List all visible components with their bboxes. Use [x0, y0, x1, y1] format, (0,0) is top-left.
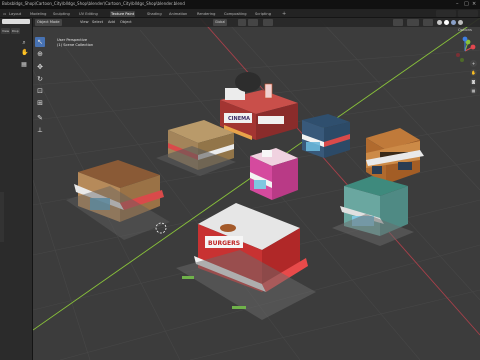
tab-compositing[interactable]: Compositing [223, 11, 248, 17]
neg-x-axis-ball [456, 53, 460, 57]
3d-viewport[interactable]: CINEMA BURGERS Object Mode View Select A… [33, 18, 480, 360]
visibility-icon[interactable] [393, 19, 403, 26]
tab-scripting[interactable]: Scripting [254, 11, 272, 17]
transform-orientation-dropdown[interactable]: Global [213, 19, 228, 26]
grid-icon[interactable]: ▦ [21, 62, 27, 68]
viewport-header: Object Mode View Select Add Object Globa… [33, 18, 480, 27]
viewport-info: User Perspective (1) Scene Collection [57, 38, 93, 48]
rendered-shading-icon[interactable] [458, 20, 463, 25]
search-input[interactable] [2, 19, 30, 24]
cursor-crosshair-icon[interactable]: ⊕ [35, 49, 45, 59]
tab-sculpting[interactable]: Sculpting [52, 11, 71, 17]
scene-selector[interactable] [436, 10, 456, 17]
cinema-building: CINEMA [220, 72, 298, 140]
scene-collection-label: (1) Scene Collection [57, 43, 94, 47]
tab-shading[interactable]: Shading [146, 11, 163, 17]
pan-view-icon[interactable]: ✋ [470, 69, 477, 76]
material-shading-icon[interactable] [451, 20, 456, 25]
tab-texture-paint[interactable]: Texture Paint [110, 11, 136, 17]
add-menu[interactable]: Add [108, 19, 115, 26]
zoom-icon[interactable]: ⌕ [21, 40, 27, 46]
move-icon[interactable]: ✥ [35, 62, 45, 72]
scale-icon[interactable]: ⊡ [35, 86, 45, 96]
add-workspace-icon[interactable]: + [282, 11, 286, 17]
close-icon[interactable]: × [472, 1, 476, 7]
tab-uv-editing[interactable]: UV Editing [78, 11, 99, 17]
title-bar: Bobsbldgs_Shop\Cartoon_City\blldgs_Shop\… [0, 0, 480, 9]
z-axis-ball [462, 36, 468, 42]
tab-animation[interactable]: Animation [168, 11, 188, 17]
tab-layout[interactable]: Layout [8, 11, 22, 17]
workspace-tab-bar: ▭ Layout Modeling Sculpting UV Editing T… [0, 9, 480, 18]
display-button[interactable]: Disp [11, 28, 20, 34]
zoom-view-icon[interactable]: + [470, 60, 477, 67]
burgers-sign: BURGERS [208, 240, 240, 247]
view-button[interactable]: View [1, 28, 10, 34]
rotate-icon[interactable]: ↻ [35, 74, 45, 84]
view-layer-selector[interactable] [458, 10, 478, 17]
wireframe-shading-icon[interactable] [437, 20, 442, 25]
hand-icon[interactable]: ✋ [21, 50, 28, 56]
annotate-icon[interactable]: ✎ [35, 113, 45, 123]
options-dropdown[interactable]: Options [458, 28, 472, 32]
minimize-icon[interactable]: – [456, 1, 459, 7]
camera-view-icon[interactable]: ◙ [470, 78, 477, 85]
scene-canvas[interactable]: CINEMA BURGERS [33, 18, 480, 360]
snap-icon[interactable] [248, 19, 258, 26]
cursor-icon[interactable]: ↖ [35, 37, 45, 47]
proportional-editing-icon[interactable] [263, 19, 273, 26]
panel-scrollbar[interactable] [0, 192, 4, 242]
window-title: Bobsbldgs_Shop\Cartoon_City\blldgs_Shop\… [2, 1, 185, 6]
measure-icon[interactable]: ⟂ [35, 125, 45, 135]
maximize-icon[interactable]: □ [464, 1, 469, 7]
brown-shop-building [66, 160, 170, 240]
tab-modeling[interactable]: Modeling [29, 11, 47, 17]
x-axis-ball [470, 44, 476, 50]
neg-y-axis-ball [460, 58, 464, 62]
blue-shop-building [302, 114, 350, 158]
pivot-icon[interactable] [238, 19, 246, 26]
solid-shading-icon[interactable] [444, 20, 449, 25]
pink-shop-building [250, 148, 298, 200]
object-menu[interactable]: Object [120, 19, 132, 26]
left-side-panel: View Disp ⌕ ✋ ▦ [0, 18, 33, 360]
perspective-toggle-icon[interactable]: ▦ [470, 87, 477, 94]
burgers-building: BURGERS [176, 203, 316, 320]
transform-icon[interactable]: ⊞ [35, 98, 45, 108]
object-mode-dropdown[interactable]: Object Mode [35, 19, 62, 26]
teal-shop-building [332, 176, 414, 246]
select-menu[interactable]: Select [92, 19, 103, 26]
cinema-sign: CINEMA [228, 116, 250, 122]
tab-file[interactable]: ▭ [2, 11, 7, 17]
overlay-toggle-icon[interactable] [423, 19, 433, 26]
tab-rendering[interactable]: Rendering [196, 11, 216, 17]
view-menu[interactable]: View [80, 19, 89, 26]
gizmo-toggle-icon[interactable] [407, 19, 419, 26]
